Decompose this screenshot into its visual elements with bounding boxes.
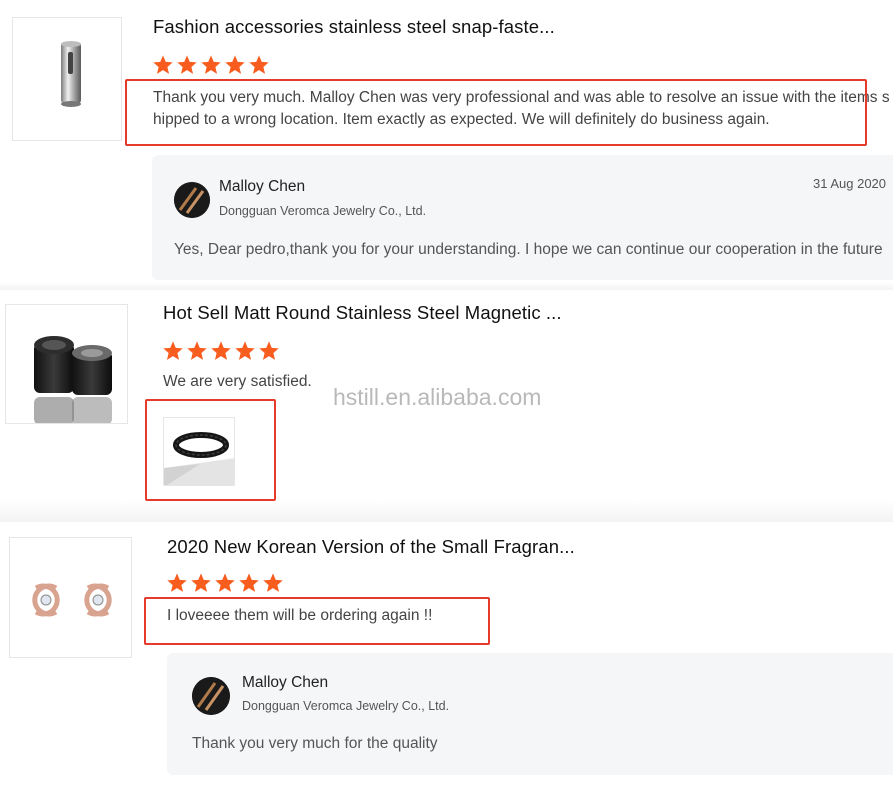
avatar — [192, 677, 230, 715]
product-title[interactable]: Hot Sell Matt Round Stainless Steel Magn… — [163, 302, 562, 324]
star-rating — [162, 340, 280, 362]
star-icon — [201, 55, 221, 74]
product-title[interactable]: 2020 New Korean Version of the Small Fra… — [167, 536, 575, 558]
star-icon — [153, 55, 173, 74]
star-icon — [191, 573, 211, 592]
review-text: We are very satisfied. — [163, 373, 312, 390]
reply-date: 31 Aug 2020 — [813, 176, 887, 191]
review-text: Thank you very much. Malloy Chen was ver… — [153, 87, 890, 131]
seller-reply — [167, 653, 893, 775]
star-icon — [177, 55, 197, 74]
review-photo[interactable] — [163, 417, 235, 486]
star-icon — [211, 341, 231, 360]
snap-fastener-image — [61, 41, 81, 107]
star-icon — [163, 341, 183, 360]
star-icon — [259, 341, 279, 360]
avatar — [174, 182, 210, 218]
earrings-image — [32, 583, 112, 617]
review-text: I loveeee them will be ordering again !! — [167, 607, 433, 624]
star-rating — [152, 54, 270, 76]
star-icon — [215, 573, 235, 592]
star-icon — [187, 341, 207, 360]
magnetic-clasp-image — [34, 336, 112, 423]
reply-company[interactable]: Dongguan Veromca Jewelry Co., Ltd. — [219, 204, 426, 218]
watermark: hstill.en.alibaba.com — [333, 384, 542, 410]
star-icon — [263, 573, 283, 592]
star-icon — [167, 573, 187, 592]
reply-text: Thank you very much for the quality — [192, 735, 438, 752]
star-icon — [225, 55, 245, 74]
review-text-line: Thank you very much. Malloy Chen was ver… — [153, 89, 890, 106]
product-thumbnail[interactable] — [12, 17, 122, 141]
reply-author: Malloy Chen — [219, 178, 306, 195]
reply-text: Yes, Dear pedro,thank you for your under… — [174, 241, 883, 258]
bracelet-image — [164, 432, 234, 485]
reply-company[interactable]: Dongguan Veromca Jewelry Co., Ltd. — [242, 699, 449, 713]
product-thumbnail[interactable] — [9, 537, 132, 658]
star-rating — [166, 572, 284, 594]
star-icon — [235, 341, 255, 360]
separator — [0, 282, 893, 290]
product-thumbnail[interactable] — [5, 304, 128, 424]
star-icon — [239, 573, 259, 592]
reply-author: Malloy Chen — [242, 674, 329, 691]
separator — [0, 500, 893, 522]
product-title[interactable]: Fashion accessories stainless steel snap… — [153, 16, 555, 38]
star-icon — [249, 55, 269, 74]
review-text-line: hipped to a wrong location. Item exactly… — [153, 111, 770, 128]
